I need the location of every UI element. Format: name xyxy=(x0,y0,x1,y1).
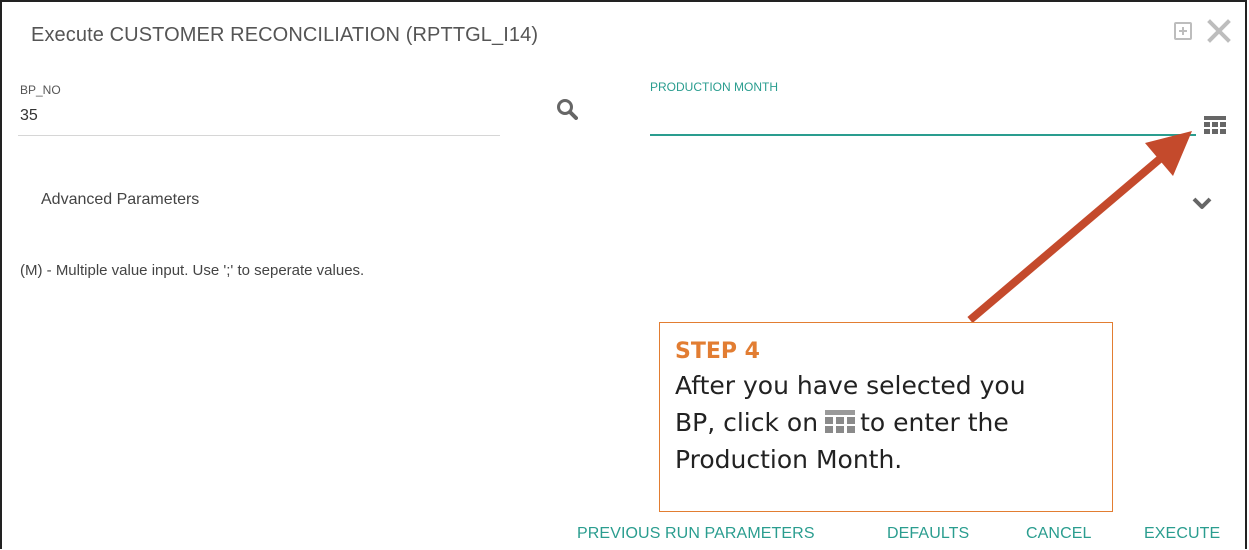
bp-no-input[interactable]: 35 xyxy=(20,107,38,125)
step-body: After you have selected you BP, click on… xyxy=(675,367,1098,478)
step-title: STEP 4 xyxy=(675,339,760,364)
bp-no-label: BP_NO xyxy=(20,83,61,97)
calendar-icon xyxy=(825,410,856,433)
cancel-button[interactable]: CANCEL xyxy=(1026,525,1092,543)
production-month-label: PRODUCTION MONTH xyxy=(650,80,778,94)
execute-button[interactable]: EXECUTE xyxy=(1144,525,1220,543)
step-line-2-after: to enter the xyxy=(860,408,1009,437)
step-line-2-before: BP, click on xyxy=(675,408,819,437)
production-month-input[interactable] xyxy=(650,134,1196,136)
step-line-2: BP, click on to enter the xyxy=(675,404,1098,441)
chevron-down-icon[interactable] xyxy=(1191,196,1213,210)
dialog-title: Execute CUSTOMER RECONCILIATION (RPTTGL_… xyxy=(31,24,539,46)
multiple-value-hint: (M) - Multiple value input. Use ';' to s… xyxy=(20,262,365,279)
calendar-icon[interactable] xyxy=(1202,114,1228,136)
defaults-button[interactable]: DEFAULTS xyxy=(887,525,969,543)
step-line-1: After you have selected you xyxy=(675,371,1026,400)
maximize-icon[interactable] xyxy=(1174,22,1192,40)
search-icon[interactable] xyxy=(556,98,578,120)
bp-no-underline xyxy=(18,135,500,136)
close-icon[interactable] xyxy=(1206,18,1232,44)
previous-run-parameters-button[interactable]: PREVIOUS RUN PARAMETERS xyxy=(577,525,815,543)
advanced-parameters-toggle[interactable]: Advanced Parameters xyxy=(41,191,199,209)
step-callout: STEP 4 After you have selected you BP, c… xyxy=(659,322,1113,512)
step-line-3: Production Month. xyxy=(675,445,903,474)
